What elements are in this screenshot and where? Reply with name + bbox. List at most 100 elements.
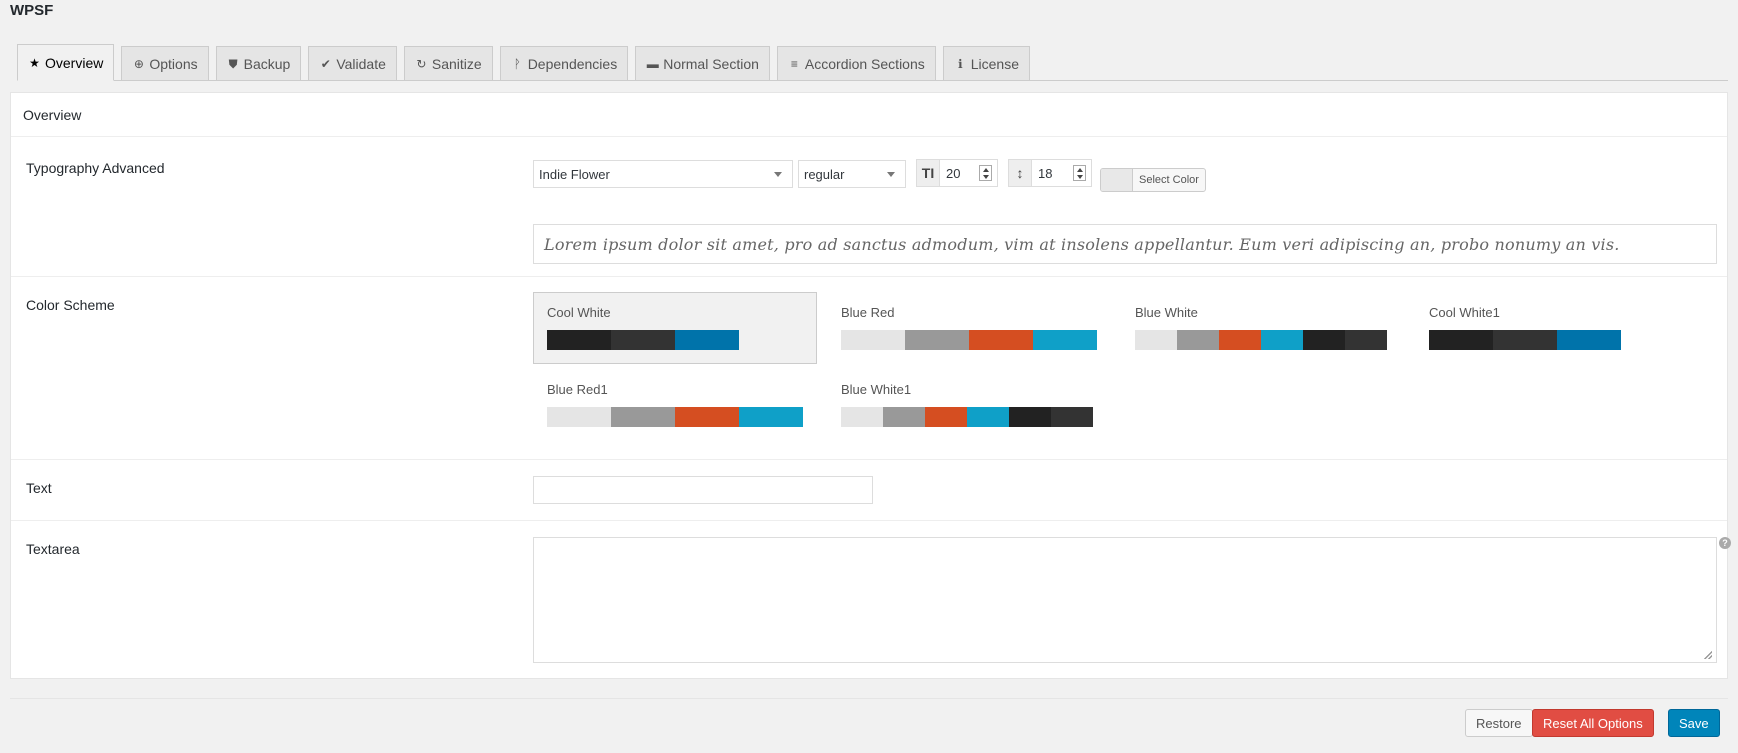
color-swatch	[1033, 330, 1097, 350]
star-icon: ★	[29, 55, 40, 70]
save-button[interactable]: Save	[1668, 709, 1720, 737]
line-height-stepper[interactable]: ↕ 18	[1008, 159, 1092, 187]
color-scheme-option[interactable]: Cool White	[533, 292, 817, 364]
color-swatch	[1429, 330, 1493, 350]
color-swatch	[1261, 330, 1303, 350]
select-value: Indie Flower	[539, 166, 610, 182]
scheme-color-bar	[841, 407, 1093, 427]
field-label: Text	[26, 480, 52, 496]
tab-overview[interactable]: ★ Overview	[17, 44, 115, 81]
scheme-color-bar	[1429, 330, 1621, 350]
shield-icon: ⛊	[228, 56, 238, 71]
section-title: Overview	[11, 93, 1727, 137]
tab-label: Accordion Sections	[804, 56, 925, 72]
tab-label: Dependencies	[527, 56, 618, 72]
tab-accordion-sections[interactable]: ≡ Accordion Sections	[776, 46, 936, 81]
color-swatch	[1009, 407, 1051, 427]
minus-icon: ▬	[646, 57, 659, 71]
color-swatch	[925, 407, 967, 427]
tab-label: Sanitize	[431, 56, 482, 72]
color-swatch	[611, 407, 675, 427]
resize-handle-icon[interactable]	[1704, 651, 1712, 659]
tab-label: Backup	[243, 56, 291, 72]
color-scheme-option[interactable]: Cool White1	[1415, 292, 1699, 364]
select-color-button[interactable]: Select Color	[1100, 168, 1206, 192]
typography-row: Typography Advanced Indie Flower regular…	[11, 137, 1727, 277]
tab-dependencies[interactable]: ᚹ Dependencies	[499, 46, 629, 81]
color-swatch	[739, 407, 803, 427]
font-preview: Lorem ipsum dolor sit amet, pro ad sanct…	[533, 224, 1717, 264]
restore-button[interactable]: Restore	[1465, 709, 1533, 737]
textarea-row: Textarea ?	[11, 521, 1731, 680]
color-scheme-option[interactable]: Blue Red	[827, 292, 1111, 364]
color-swatch	[1051, 407, 1093, 427]
tab-normal-section[interactable]: ▬ Normal Section	[635, 46, 770, 81]
color-swatch	[547, 407, 611, 427]
scheme-name: Cool White	[547, 305, 611, 320]
color-swatch	[841, 407, 883, 427]
line-height-value: 18	[1038, 165, 1053, 181]
scheme-color-bar	[547, 330, 739, 350]
field-label: Typography Advanced	[26, 160, 165, 176]
color-scheme-row: Color Scheme Cool White Blue Red Blue Whit…	[11, 277, 1727, 460]
color-swatch	[1135, 330, 1177, 350]
color-scheme-option[interactable]: Blue White1	[827, 369, 1111, 441]
font-family-select[interactable]: Indie Flower	[533, 160, 793, 188]
color-swatch	[1177, 330, 1219, 350]
color-swatch	[611, 330, 675, 350]
color-swatch	[1345, 330, 1387, 350]
spinner[interactable]	[1073, 165, 1086, 181]
code-fork-icon: ᚹ	[513, 57, 521, 71]
color-swatch	[1303, 330, 1345, 350]
tab-sanitize[interactable]: ↻ Sanitize	[403, 46, 493, 81]
tab-bar: ★ Overview ⊕ Options ⛊ Backup ✔ Validate…	[17, 44, 1037, 81]
tab-label: Options	[149, 56, 198, 72]
question-circle-icon[interactable]: ?	[1719, 537, 1731, 549]
text-input[interactable]	[533, 476, 873, 504]
reset-all-options-button[interactable]: Reset All Options	[1532, 709, 1654, 737]
text-height-icon: TI	[917, 160, 940, 186]
check-circle-icon: ✔	[320, 57, 331, 71]
field-label: Textarea	[26, 541, 80, 557]
scheme-name: Blue White	[1135, 305, 1198, 320]
textarea-input[interactable]	[533, 537, 1717, 663]
color-scheme-option[interactable]: Blue White	[1121, 292, 1405, 364]
button-label: Select Color	[1139, 174, 1199, 186]
font-size-stepper[interactable]: TI 20	[916, 159, 998, 187]
tab-label: License	[970, 56, 1020, 72]
bars-icon: ≡	[790, 57, 798, 71]
tab-backup[interactable]: ⛊ Backup	[215, 46, 302, 81]
font-variant-select[interactable]: regular	[798, 160, 906, 188]
plus-circle-icon: ⊕	[133, 57, 144, 71]
tab-options[interactable]: ⊕ Options	[121, 46, 209, 81]
chevron-down-icon	[774, 172, 782, 177]
field-label: Color Scheme	[26, 297, 115, 313]
tab-divider	[17, 80, 1728, 81]
tab-label: Validate	[336, 56, 386, 72]
spinner[interactable]	[979, 165, 992, 181]
refresh-icon: ↻	[416, 57, 427, 71]
color-swatch	[905, 330, 969, 350]
tab-validate[interactable]: ✔ Validate	[308, 46, 397, 81]
font-size-value: 20	[946, 165, 961, 181]
color-swatch	[967, 407, 1009, 427]
color-swatch	[1101, 169, 1133, 191]
scheme-color-bar	[841, 330, 1097, 350]
color-scheme-option[interactable]: Blue Red1	[533, 369, 817, 441]
color-swatch	[883, 407, 925, 427]
color-swatch	[1493, 330, 1557, 350]
scheme-name: Blue Red	[841, 305, 895, 320]
color-swatch	[841, 330, 905, 350]
color-swatch	[675, 407, 739, 427]
color-swatch	[1219, 330, 1261, 350]
tab-label: Normal Section	[663, 56, 759, 72]
color-swatch	[675, 330, 739, 350]
color-swatch	[547, 330, 611, 350]
info-circle-icon: ℹ	[957, 57, 963, 71]
scheme-name: Blue Red1	[547, 382, 608, 397]
tab-label: Overview	[45, 54, 104, 71]
scheme-name: Blue White1	[841, 382, 912, 397]
tab-license[interactable]: ℹ License	[942, 46, 1031, 81]
app-title: WPSF	[10, 2, 54, 19]
color-swatch	[969, 330, 1033, 350]
